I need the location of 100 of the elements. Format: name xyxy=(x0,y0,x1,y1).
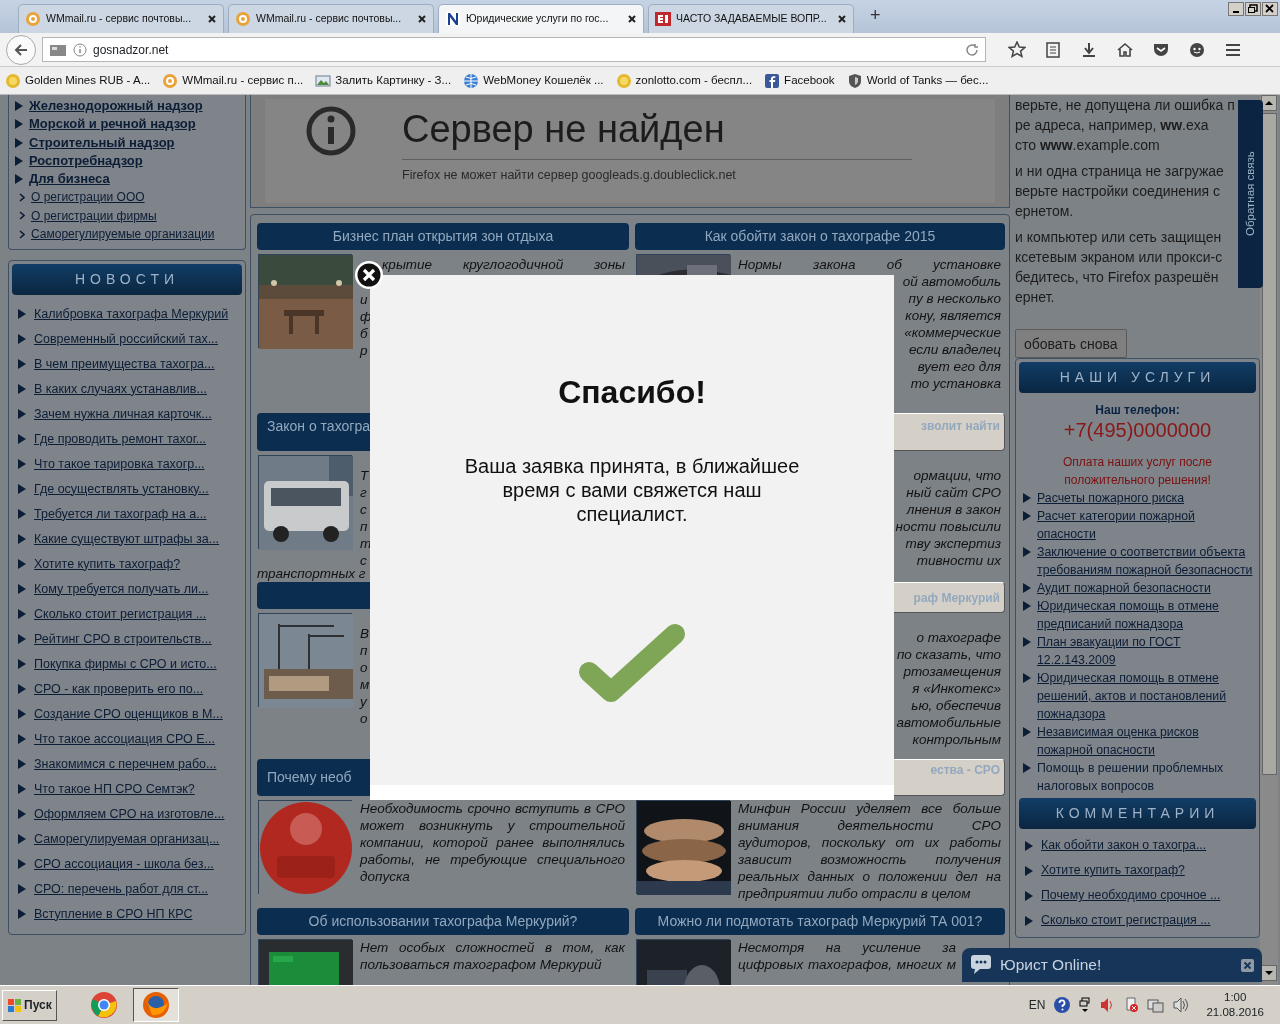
news-link[interactable]: Хотите купить тахограф? xyxy=(34,554,181,574)
news-link[interactable]: Что такое НП СРО Семтэк? xyxy=(34,779,195,799)
news-link[interactable]: Что такое тарировка тахогр... xyxy=(34,454,205,474)
comment-link[interactable]: Хотите купить тахограф? xyxy=(1041,861,1185,880)
service-link[interactable]: Расчеты пожарного риска xyxy=(1037,489,1185,507)
chat-bar[interactable]: Юрист Online! xyxy=(962,948,1262,982)
scroll-down-icon[interactable] xyxy=(1264,969,1274,977)
windows-icon[interactable] xyxy=(1079,997,1092,1013)
clipboard-icon[interactable] xyxy=(1044,40,1062,59)
service-link[interactable]: Юридическая помощь в отмене предписаний пожнадзора xyxy=(1037,597,1256,633)
retry-button[interactable]: обовать снова xyxy=(1015,329,1127,358)
news-link[interactable]: В каких случаях устанавлив... xyxy=(34,379,207,399)
firefox-icon[interactable] xyxy=(141,991,170,1019)
feedback-tab[interactable]: Обратная связь xyxy=(1238,100,1263,288)
news-link[interactable]: Зачем нужна личная карточк... xyxy=(34,404,212,424)
news-link[interactable]: СРО ассоциация - школа без... xyxy=(34,854,214,874)
scrollbar-thumb[interactable] xyxy=(1261,113,1277,775)
article-text: б xyxy=(360,325,368,342)
article-header[interactable]: Об использовании тахографа Меркурий? xyxy=(257,908,629,935)
service-link[interactable]: Аудит пожарной безопасности xyxy=(1037,579,1211,597)
scroll-up-icon[interactable] xyxy=(1264,99,1274,107)
bookmark[interactable]: zonlotto.com - беспл... xyxy=(615,71,753,90)
triangle-icon xyxy=(18,383,26,394)
article-header[interactable]: Бизнес план открытия зон отдыха xyxy=(257,223,629,250)
comment-link[interactable]: Сколько стоит регистрация ... xyxy=(1041,911,1211,930)
news-link[interactable]: Сколько стоит регистрация ... xyxy=(34,604,207,624)
smiley-icon[interactable] xyxy=(1188,40,1206,59)
bookmark[interactable]: World of Tanks — бес... xyxy=(846,71,989,90)
comment-link[interactable]: Почему необходимо срочное ... xyxy=(1041,886,1221,905)
article-header[interactable]: Как обойти закон о тахографе 2015 xyxy=(635,223,1005,250)
triangle-icon xyxy=(18,658,26,669)
bookmark[interactable]: Golden Mines RUB - A... xyxy=(5,71,151,90)
bookmark[interactable]: WMmail.ru - сервис п... xyxy=(162,71,304,90)
help-icon[interactable] xyxy=(1053,996,1072,1014)
start-button[interactable]: Пуск xyxy=(2,989,57,1021)
service-link[interactable]: Расчет категории пожарной опасности xyxy=(1037,507,1256,543)
triangle-icon xyxy=(18,883,26,894)
service-link[interactable]: Независимая оценка рисков пожарной опасности xyxy=(1037,723,1256,759)
sidebar-link[interactable]: Для бизнеса xyxy=(29,170,110,189)
star-icon[interactable] xyxy=(1008,40,1026,59)
service-link[interactable]: Юридическая помощь в отмене решений, актов и постановлений пожнадзора xyxy=(1037,669,1256,723)
news-link[interactable]: Покупка фирмы с СРО и исто... xyxy=(34,654,217,674)
article-text: Нормы закона об установке xyxy=(738,256,1001,273)
news-link[interactable]: Какие существуют штрафы за... xyxy=(34,529,220,549)
news-link[interactable]: Требуется ли тахограф на а... xyxy=(34,504,207,524)
close-icon[interactable] xyxy=(207,14,217,24)
language-indicator[interactable]: EN xyxy=(1028,996,1046,1014)
download-icon[interactable] xyxy=(1080,40,1098,59)
service-link[interactable]: План эвакуации по ГОСТ 12.2.143.2009 xyxy=(1037,633,1256,669)
news-link[interactable]: Саморегулируемая организац... xyxy=(34,829,220,849)
browser-tab[interactable]: Юридические услуги по гос... xyxy=(438,4,644,33)
browser-tab[interactable]: WMmail.ru - сервис почтовы... xyxy=(228,4,434,33)
close-icon[interactable] xyxy=(1265,4,1275,14)
home-icon[interactable] xyxy=(1116,40,1134,59)
reload-icon[interactable] xyxy=(965,42,979,57)
news-link[interactable]: Рейтинг СРО в строительств... xyxy=(34,629,212,649)
clock-date: 21.08.2016 xyxy=(1206,1005,1264,1020)
back-button[interactable] xyxy=(6,34,36,65)
new-tab-button[interactable]: + xyxy=(858,2,893,33)
sidebar-link[interactable]: Железнодорожный надзор xyxy=(29,97,203,116)
news-link[interactable]: Калибровка тахографа Меркурий xyxy=(34,304,229,324)
news-link[interactable]: Знакомимся с перечнем рабо... xyxy=(34,754,217,774)
address-field[interactable]: gosnadzor.net xyxy=(42,37,986,62)
network-icon[interactable] xyxy=(1147,996,1165,1014)
sidebar-link[interactable]: О регистрации фирмы xyxy=(31,206,157,226)
sidebar-link[interactable]: Строительный надзор xyxy=(29,133,175,152)
close-icon[interactable] xyxy=(837,14,847,24)
news-link[interactable]: Вступление в СРО НП КРС xyxy=(34,904,193,924)
info-icon[interactable] xyxy=(73,42,87,57)
sidebar-link[interactable]: Роспотребнадзор xyxy=(29,151,143,171)
news-link[interactable]: Где осуществлять установку... xyxy=(34,479,209,499)
payment-note: Оплата наших услуг после положительного решения! xyxy=(1062,454,1213,489)
sidebar-link[interactable]: О регистрации ООО xyxy=(31,188,145,207)
close-icon[interactable] xyxy=(417,14,427,24)
news-link[interactable]: Современный российский тах... xyxy=(34,329,219,349)
restore-icon[interactable] xyxy=(1248,4,1258,14)
service-link[interactable]: Заключение о соответствии объекта требованиям пожарной безопасности xyxy=(1037,543,1256,579)
sidebar-link[interactable]: Саморегулируемые организации xyxy=(31,225,215,244)
news-link[interactable]: Что такое ассоциация СРО Е... xyxy=(34,729,215,749)
chrome-icon[interactable] xyxy=(89,991,118,1019)
error-text: и компьютер или сеть защищен xyxy=(1015,228,1222,247)
news-link[interactable]: Оформляем СРО на изготовле... xyxy=(34,804,225,824)
bookmark[interactable]: Facebook xyxy=(764,71,835,90)
news-link[interactable]: Где проводить ремонт тахог... xyxy=(34,429,207,449)
sidebar-link[interactable]: Морской и речной надзор xyxy=(29,115,196,134)
volume-icon[interactable] xyxy=(1172,996,1191,1014)
comment-link[interactable]: Как обойти закон о тахогра... xyxy=(1041,836,1207,855)
security-alert-icon[interactable] xyxy=(1123,996,1140,1014)
browser-tab[interactable]: ЧАСТО ЗАДАВАЕМЫЕ ВОПР... xyxy=(648,4,854,33)
bookmark[interactable]: Залить Картинку - З... xyxy=(315,71,452,90)
browser-tab[interactable]: WMmail.ru - сервис почтовы... xyxy=(18,4,224,33)
close-icon[interactable] xyxy=(354,260,384,290)
news-link[interactable]: Кому требуется получать ли... xyxy=(34,579,209,599)
news-link[interactable]: В чем преимущества тахогра... xyxy=(34,354,215,374)
news-link[interactable]: СРО - как проверить его по... xyxy=(34,679,204,699)
article-header[interactable]: Можно ли подмотать тахограф Меркурий ТА 001? xyxy=(635,908,1005,935)
news-link[interactable]: СРО: перечень работ для ст... xyxy=(34,879,209,899)
close-icon[interactable] xyxy=(627,14,637,24)
bookmark[interactable]: WebMoney Кошелёк ... xyxy=(463,71,604,90)
news-link[interactable]: Создание СРО оценщиков в М... xyxy=(34,704,223,724)
